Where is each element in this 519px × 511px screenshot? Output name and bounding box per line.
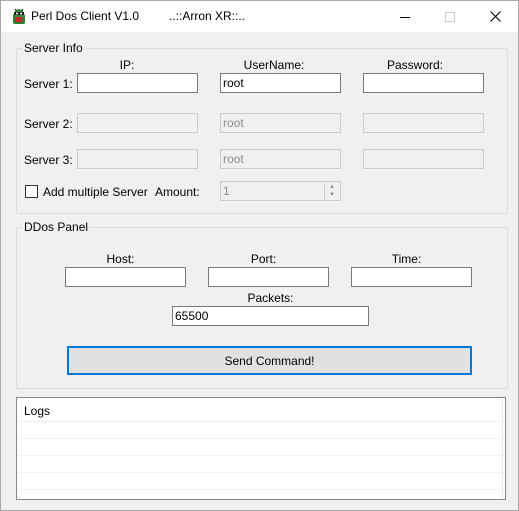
server-1-password-input[interactable] <box>363 73 484 93</box>
server-2-password-input <box>363 113 484 133</box>
add-multiple-server-label[interactable]: Add multiple Server <box>43 185 148 199</box>
server-2-ip-input <box>77 113 198 133</box>
server-1-label: Server 1: <box>24 77 73 91</box>
add-multiple-server-checkbox[interactable] <box>25 185 38 198</box>
server-3-ip-input <box>77 149 198 169</box>
window-title: Perl Dos Client V1.0 <box>31 9 140 23</box>
maximize-button <box>427 1 473 32</box>
close-button[interactable] <box>472 1 518 32</box>
title-bar[interactable]: Perl Dos Client V1.0 ..::Arron XR::.. <box>1 1 518 32</box>
window-subtitle: ..::Arron XR::.. <box>169 9 246 23</box>
host-input[interactable] <box>65 267 186 287</box>
time-input[interactable] <box>351 267 472 287</box>
host-label: Host: <box>106 252 135 266</box>
logs-column-header: Logs <box>24 404 51 418</box>
server-3-label: Server 3: <box>24 153 73 167</box>
amount-stepper: 1 ▲ ▼ <box>220 181 341 201</box>
time-label: Time: <box>391 252 422 266</box>
amount-spin-buttons: ▲ ▼ <box>324 183 339 199</box>
server-2-username-input: root <box>220 113 341 133</box>
minimize-button[interactable] <box>382 1 428 32</box>
log-row-divider <box>18 455 503 456</box>
send-command-button[interactable]: Send Command! <box>67 346 472 375</box>
spin-down-icon: ▼ <box>329 192 335 198</box>
log-row-divider <box>18 438 503 439</box>
password-column-label: Password: <box>386 58 444 72</box>
minimize-icon <box>400 16 410 18</box>
server-1-username-input[interactable]: root <box>220 73 341 93</box>
server-2-label: Server 2: <box>24 117 73 131</box>
server-3-password-input <box>363 149 484 169</box>
packets-input[interactable]: 65500 <box>172 306 369 326</box>
amount-label: Amount: <box>155 185 200 199</box>
server-3-username-input: root <box>220 149 341 169</box>
port-input[interactable] <box>208 267 329 287</box>
log-row-divider <box>18 472 503 473</box>
maximize-icon <box>445 11 455 22</box>
app-window: Perl Dos Client V1.0 ..::Arron XR::.. Se… <box>0 0 519 511</box>
ddos-panel-title: DDos Panel <box>22 220 91 234</box>
server-1-ip-input[interactable] <box>77 73 198 93</box>
port-label: Port: <box>250 252 277 266</box>
amount-value: 1 <box>223 184 230 198</box>
server-info-title: Server Info <box>22 41 85 55</box>
spin-up-icon: ▲ <box>329 184 335 190</box>
log-row-divider <box>18 421 503 422</box>
app-icon <box>13 8 25 24</box>
log-row-divider <box>18 489 503 490</box>
logs-column-divider <box>502 399 503 498</box>
packets-label: Packets: <box>247 291 294 305</box>
logs-listview[interactable]: Logs <box>16 397 506 500</box>
ip-column-label: IP: <box>119 58 135 72</box>
username-column-label: UserName: <box>243 58 305 72</box>
send-command-label: Send Command! <box>224 353 315 368</box>
close-icon <box>489 11 501 22</box>
